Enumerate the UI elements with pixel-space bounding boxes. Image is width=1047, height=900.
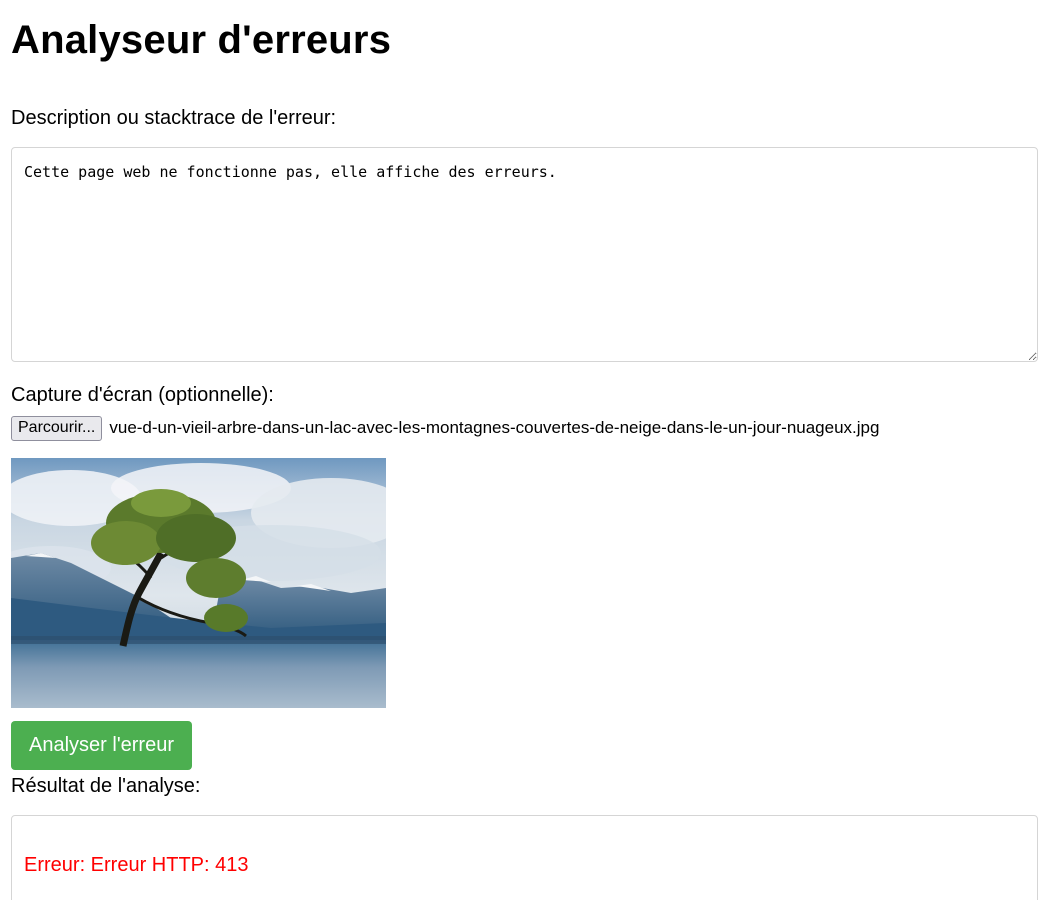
selected-file-name: vue-d-un-vieil-arbre-dans-un-lac-avec-le… (109, 418, 880, 437)
result-box: Erreur: Erreur HTTP: 413 (11, 815, 1038, 900)
description-textarea[interactable]: Cette page web ne fonctionne pas, elle a… (11, 147, 1038, 362)
screenshot-label: Capture d'écran (optionnelle): (11, 384, 274, 406)
error-message: Erreur: Erreur HTTP: 413 (24, 854, 249, 876)
result-label: Résultat de l'analyse: (11, 775, 201, 797)
description-label: Description ou stacktrace de l'erreur: (11, 107, 337, 129)
analyze-button[interactable]: Analyser l'erreur (11, 721, 192, 770)
screenshot-preview-image (11, 458, 386, 708)
page: Analyseur d'erreurs Description ou stack… (0, 0, 1047, 900)
page-title: Analyseur d'erreurs (11, 18, 392, 62)
file-input[interactable]: Parcourir... vue-d-un-vieil-arbre-dans-u… (11, 415, 1037, 441)
browse-button[interactable]: Parcourir... (11, 415, 103, 441)
